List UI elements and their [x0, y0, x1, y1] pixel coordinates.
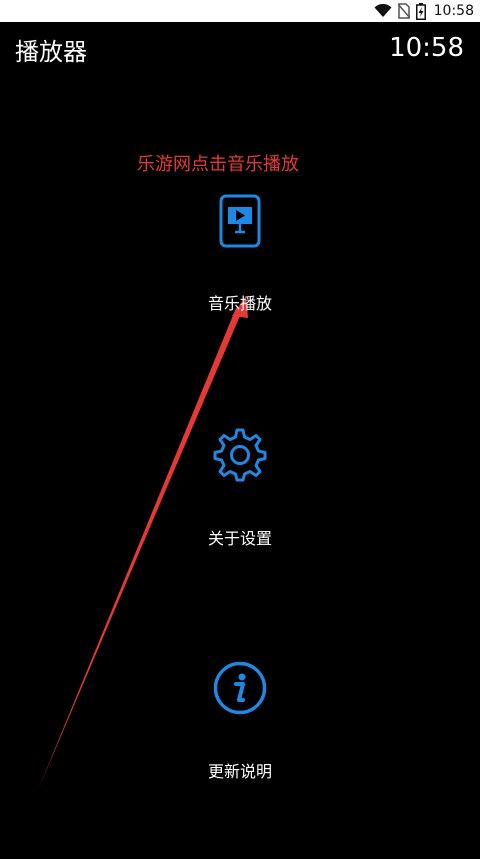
menu-item-music-player[interactable]: 音乐播放 — [160, 190, 320, 330]
menu-item-label: 更新说明 — [207, 762, 272, 781]
wifi-icon — [374, 4, 392, 18]
clock: 10:58 — [389, 33, 464, 63]
annotation-hint: 乐游网点击音乐播放 — [137, 154, 299, 175]
status-icons: 10:58 — [374, 0, 474, 22]
battery-charging-icon — [415, 2, 426, 20]
menu-item-about-settings[interactable]: 关于设置 — [160, 425, 320, 565]
menu-item-label: 音乐播放 — [207, 294, 272, 313]
page-title: 播放器 — [15, 38, 87, 66]
gear-icon — [212, 427, 268, 487]
status-time: 10:58 — [433, 3, 474, 19]
music-player-icon — [219, 194, 261, 252]
menu-item-label: 关于设置 — [207, 529, 272, 548]
menu-item-update-notes[interactable]: 更新说明 — [160, 658, 320, 798]
info-icon — [212, 660, 268, 720]
no-sim-icon — [397, 3, 410, 19]
status-bar: 10:58 — [0, 0, 480, 22]
